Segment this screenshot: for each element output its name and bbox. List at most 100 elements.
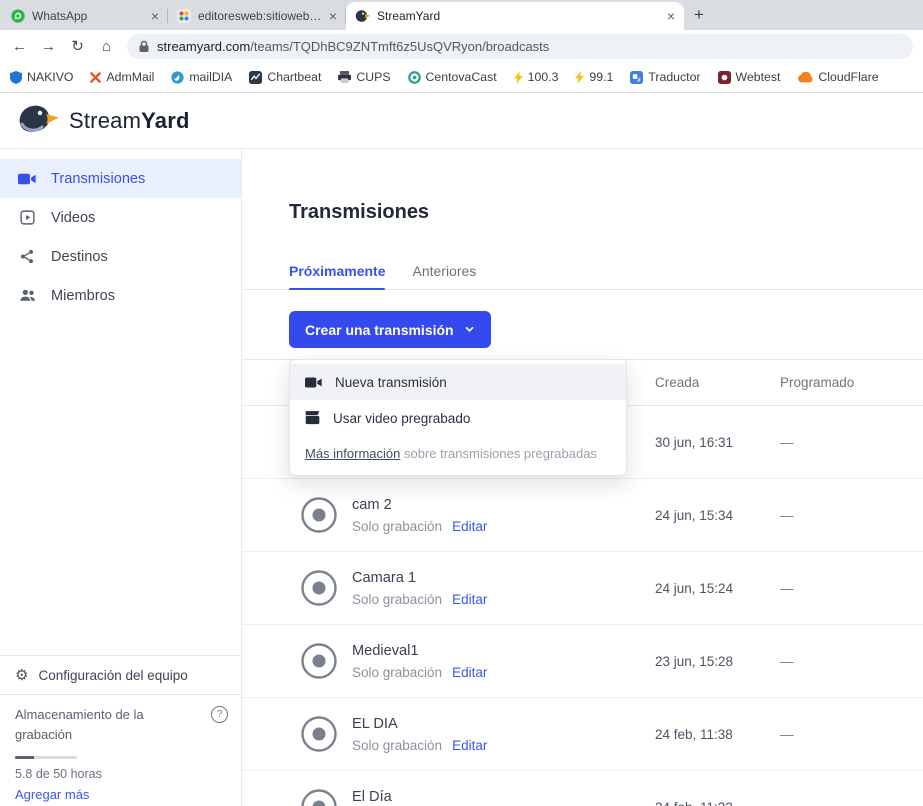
- whatsapp-icon: [11, 9, 25, 23]
- storage-progress-bar: [15, 756, 77, 759]
- chevron-down-icon: [464, 326, 475, 333]
- scheduled-date: —: [780, 800, 923, 806]
- storage-progress-fill: [15, 756, 34, 759]
- bookmark-label: CentovaCast: [426, 70, 497, 84]
- team-settings-label: Configuración del equipo: [38, 668, 187, 683]
- browser-tab-editoresweb[interactable]: editoresweb:sitioweb:eldia.co ×: [168, 2, 346, 30]
- url-domain: streamyard.com: [157, 39, 250, 54]
- help-glyph: ?: [217, 709, 223, 720]
- sidebar-item-transmisiones[interactable]: Transmisiones: [0, 159, 241, 198]
- bolt-icon: [575, 71, 584, 84]
- header-created: Creada: [655, 375, 780, 390]
- broadcast-info: cam 2 Solo grabaciónEditar: [352, 496, 655, 534]
- streamyard-favicon: [355, 9, 370, 23]
- sidebar-item-miembros[interactable]: Miembros: [0, 276, 241, 315]
- admmail-icon: [90, 72, 101, 83]
- webtest-icon: [718, 71, 731, 84]
- bookmark-webtest[interactable]: Webtest: [718, 70, 781, 84]
- bookmark-centovacast[interactable]: CentovaCast: [408, 70, 497, 84]
- brand-word-regular: Stream: [69, 108, 141, 133]
- table-row[interactable]: EL DIA Solo grabación Editar 24 feb, 11:3…: [242, 698, 923, 771]
- tab-anteriores[interactable]: Anteriores: [412, 253, 476, 289]
- team-settings-button[interactable]: ⚙ Configuración del equipo: [0, 655, 241, 694]
- browser-tabstrip: WhatsApp × editoresweb:sitioweb:eldia.co…: [0, 0, 923, 30]
- bookmark-label: Chartbeat: [267, 70, 321, 84]
- streamyard-logo[interactable]: [16, 103, 60, 139]
- bookmark-chartbeat[interactable]: Chartbeat: [249, 70, 321, 84]
- play-square-icon: [17, 209, 37, 226]
- table-row[interactable]: Camara 1 Solo grabaciónEditar 24 jun, 15…: [242, 552, 923, 625]
- broadcast-name: Camara 1: [352, 570, 416, 586]
- bookmarks-bar: NAKIVO AdmMail mailDIA Chartbeat CUPS Ce…: [0, 62, 923, 93]
- edit-link[interactable]: Editar: [452, 592, 487, 607]
- record-icon: [300, 569, 338, 607]
- reload-icon[interactable]: ↻: [64, 39, 91, 54]
- tab-proximamente[interactable]: Próximamente: [289, 253, 385, 289]
- brand-wordmark[interactable]: StreamYard: [69, 108, 190, 134]
- bookmark-cloudflare[interactable]: CloudFlare: [797, 70, 878, 84]
- close-icon[interactable]: ×: [667, 9, 675, 23]
- scheduled-date: —: [780, 727, 923, 742]
- close-icon[interactable]: ×: [151, 9, 159, 23]
- help-icon[interactable]: ?: [211, 706, 228, 723]
- bookmark-maildia[interactable]: mailDIA: [171, 70, 232, 84]
- tab-label: Anteriores: [412, 263, 476, 279]
- table-row[interactable]: Medieval1 Solo grabaciónEditar 23 jun, 1…: [242, 625, 923, 698]
- created-date: 24 jun, 15:24: [655, 581, 780, 596]
- bookmark-cups[interactable]: CUPS: [338, 70, 390, 84]
- broadcast-tabs: Próximamente Anteriores: [242, 253, 923, 290]
- close-icon[interactable]: ×: [329, 9, 337, 23]
- browser-tab-whatsapp[interactable]: WhatsApp ×: [2, 2, 168, 30]
- brand-word-bold: Yard: [141, 108, 190, 133]
- clapperboard-icon: [305, 411, 320, 425]
- menu-item-video-pregrabado[interactable]: Usar video pregrabado: [290, 400, 626, 436]
- browser-tab-streamyard[interactable]: StreamYard ×: [346, 2, 684, 30]
- maildia-icon: [171, 71, 184, 84]
- created-date: 24 feb, 11:38: [655, 727, 780, 742]
- home-icon[interactable]: ⌂: [93, 39, 120, 54]
- created-date: 24 feb, 11:22: [655, 800, 780, 806]
- bookmark-nakivo[interactable]: NAKIVO: [10, 70, 73, 84]
- edit-link[interactable]: Editar: [452, 519, 487, 534]
- address-bar[interactable]: streamyard.com/teams/TQDhBC9ZNTmft6z5UsQ…: [127, 34, 913, 59]
- tab-label: Próximamente: [289, 263, 385, 279]
- main-content: Transmisiones Próximamente Anteriores Cr…: [242, 149, 923, 806]
- bookmark-99-1[interactable]: 99.1: [575, 70, 613, 84]
- bookmark-label: NAKIVO: [27, 70, 73, 84]
- add-more-link[interactable]: Agregar más: [15, 787, 227, 802]
- sidebar-nav: Transmisiones Videos Destinos: [0, 149, 241, 315]
- menu-item-nueva-transmision[interactable]: Nueva transmisión: [290, 364, 626, 400]
- create-broadcast-label: Crear una transmisión: [305, 322, 454, 338]
- created-date: 24 jun, 15:34: [655, 508, 780, 523]
- broadcast-type: Solo grabación: [352, 519, 442, 534]
- sidebar-item-destinos[interactable]: Destinos: [0, 237, 241, 276]
- storage-title: Almacenamiento de la grabación: [15, 705, 165, 744]
- bookmark-100-3[interactable]: 100.3: [514, 70, 559, 84]
- more-info-link[interactable]: Más información: [305, 446, 400, 461]
- create-broadcast-button[interactable]: Crear una transmisión: [289, 311, 491, 348]
- bookmark-admmail[interactable]: AdmMail: [90, 70, 154, 84]
- edit-link[interactable]: Editar: [452, 665, 487, 680]
- more-info-rest: sobre transmisiones pregrabadas: [400, 446, 597, 461]
- broadcast-type: Solo grabación: [352, 738, 442, 753]
- broadcast-name: EL DIA: [352, 716, 398, 732]
- scheduled-date: —: [780, 654, 923, 669]
- sidebar-item-videos[interactable]: Videos: [0, 198, 241, 237]
- created-date: 23 jun, 15:28: [655, 654, 780, 669]
- new-tab-button[interactable]: +: [684, 2, 714, 28]
- sidebar-item-label: Miembros: [51, 288, 115, 304]
- bookmark-traductor[interactable]: Traductor: [630, 70, 700, 84]
- app-body: Transmisiones Videos Destinos: [0, 149, 923, 806]
- tab-title: editoresweb:sitioweb:eldia.co: [198, 9, 322, 23]
- video-camera-icon: [17, 172, 37, 186]
- edit-link[interactable]: Editar: [452, 738, 487, 753]
- back-icon[interactable]: ←: [6, 39, 33, 54]
- lock-icon: [138, 40, 150, 53]
- broadcast-info: El Día Solo grabaciónEditar: [352, 788, 655, 806]
- table-row[interactable]: El Día Solo grabaciónEditar 24 feb, 11:2…: [242, 771, 923, 806]
- table-row[interactable]: cam 2 Solo grabaciónEditar 24 jun, 15:34…: [242, 479, 923, 552]
- forward-icon[interactable]: →: [35, 39, 62, 54]
- bookmark-label: AdmMail: [106, 70, 154, 84]
- bolt-icon: [514, 71, 523, 84]
- url-path: /teams/TQDhBC9ZNTmft6z5UsQVRyon/broadcas…: [250, 39, 549, 54]
